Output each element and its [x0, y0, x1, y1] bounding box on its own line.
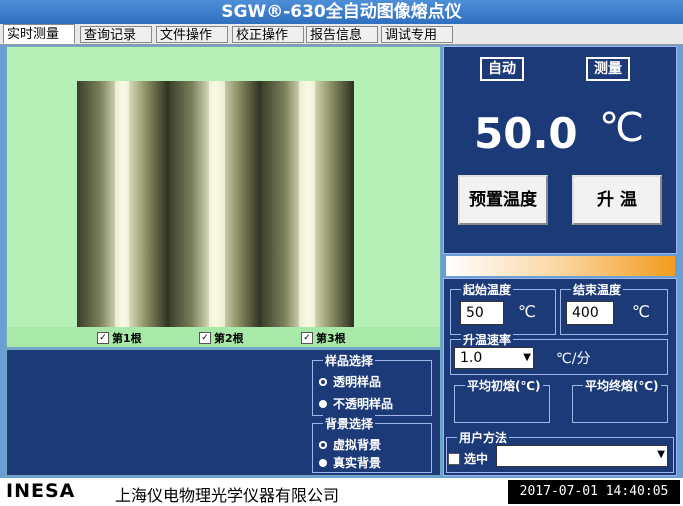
camera-panel: ✓ 第1根 ✓ 第2根 ✓ 第3根 — [6, 46, 441, 348]
tab-file[interactable]: 文件操作 — [156, 26, 228, 43]
rate-unit: ℃/分 — [556, 351, 591, 367]
select-checkbox[interactable]: 选中 — [448, 450, 488, 467]
checkbox-icon: ✓ — [199, 332, 211, 344]
check-tube-1[interactable]: ✓ 第1根 — [97, 330, 142, 346]
check-tube-2[interactable]: ✓ 第2根 — [199, 330, 244, 346]
background-group: 背景选择 虚拟背景 真实背景 — [312, 415, 432, 473]
tab-bar: 实时测量 查询记录 文件操作 校正操作 报告信息 调试专用 — [0, 24, 683, 45]
final-melt-group: 平均终熔(℃) — [572, 377, 668, 423]
window-title: SGW®-630全自动图像熔点仪 — [0, 0, 683, 24]
radio-icon — [319, 399, 327, 408]
user-method-select[interactable]: ▼ — [496, 445, 668, 467]
company-logo: INESA — [6, 480, 76, 502]
state-indicator: 测量 — [586, 57, 630, 81]
radio-selected-icon — [319, 377, 327, 386]
camera-view — [77, 81, 354, 327]
tab-report[interactable]: 报告信息 — [306, 26, 378, 43]
heat-button[interactable]: 升 温 — [572, 175, 662, 225]
tab-realtime[interactable]: 实时测量 — [3, 24, 75, 44]
radio-transparent[interactable]: 透明样品 — [319, 373, 381, 390]
tube-checkboxes: ✓ 第1根 ✓ 第2根 ✓ 第3根 — [7, 327, 440, 347]
mode-indicator: 自动 — [480, 57, 524, 81]
tab-debug[interactable]: 调试专用 — [381, 26, 453, 43]
rate-select[interactable]: 1.0 ▼ — [454, 347, 534, 369]
tab-calibration[interactable]: 校正操作 — [232, 26, 304, 43]
checkbox-icon — [448, 452, 460, 465]
parameter-panel: 起始温度 50 ℃ 结束温度 400 ℃ 升温速率 1.0 ▼ ℃/分 平均初熔… — [443, 278, 677, 476]
footer: INESA 上海仪电物理光学仪器有限公司 2017-07-01 14:40:05 — [0, 478, 683, 506]
chevron-down-icon: ▼ — [657, 449, 665, 460]
temperature-readout: 50.0 — [474, 109, 578, 158]
initial-melt-group: 平均初熔(℃) — [454, 377, 550, 423]
radio-selected-icon — [319, 440, 327, 449]
datetime-display: 2017-07-01 14:40:05 — [508, 480, 680, 504]
radio-opaque[interactable]: 不透明样品 — [319, 395, 393, 412]
progress-bar — [446, 256, 675, 276]
end-temp-input[interactable]: 400 — [566, 301, 614, 325]
preset-temperature-button[interactable]: 预置温度 — [458, 175, 548, 225]
status-panel: 自动 测量 50.0 ℃ 预置温度 升 温 — [443, 46, 677, 254]
checkbox-icon: ✓ — [301, 332, 313, 344]
check-tube-3[interactable]: ✓ 第3根 — [301, 330, 346, 346]
radio-virtual-bg[interactable]: 虚拟背景 — [319, 436, 381, 453]
checkbox-icon: ✓ — [97, 332, 109, 344]
start-temp-unit: ℃ — [518, 302, 536, 321]
sample-group: 样品选择 透明样品 不透明样品 — [312, 352, 432, 416]
temperature-unit: ℃ — [599, 105, 644, 151]
radio-real-bg[interactable]: 真实背景 — [319, 454, 381, 471]
chevron-down-icon: ▼ — [523, 352, 531, 363]
start-temp-input[interactable]: 50 — [460, 301, 504, 325]
settings-panel: 样品选择 透明样品 不透明样品 背景选择 虚拟背景 真实背景 — [6, 349, 441, 476]
tab-records[interactable]: 查询记录 — [80, 26, 152, 43]
radio-icon — [319, 458, 327, 467]
company-name: 上海仪电物理光学仪器有限公司 — [115, 486, 340, 505]
end-temp-unit: ℃ — [632, 302, 650, 321]
